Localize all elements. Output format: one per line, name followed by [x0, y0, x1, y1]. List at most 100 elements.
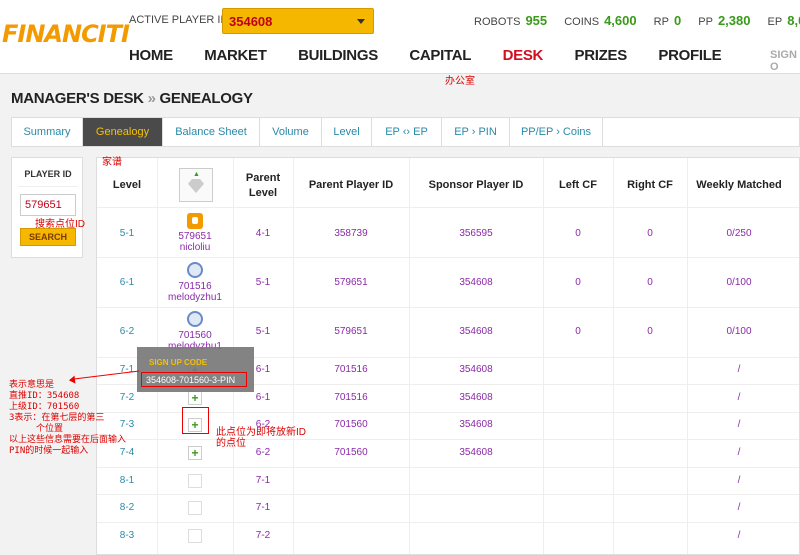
cell-weekly: / [737, 530, 741, 541]
cell-sponsor: 354608 [459, 392, 493, 403]
tab-summary[interactable]: Summary [12, 118, 83, 146]
blue-avatar-icon[interactable] [187, 311, 203, 327]
cell-user-name[interactable]: melodyzhu1 [155, 292, 235, 303]
row-divider [97, 207, 799, 208]
nav-signout[interactable]: SIGN O [770, 49, 800, 73]
cell-sponsor: 354608 [459, 326, 493, 337]
tab-balance-sheet[interactable]: Balance Sheet [163, 118, 260, 146]
annotation-line: PIN的时候一起输入 [9, 446, 89, 456]
cell-level: 5-1 [119, 228, 135, 239]
annotation-line: 表示意思是 [9, 380, 55, 390]
cell-level: 6-1 [119, 277, 135, 288]
right-annotation: 此点位为即将放新ID 的点位 [216, 427, 306, 449]
stat-rp-value: 0 [673, 13, 682, 28]
header-right-cf: Right CF [627, 179, 673, 191]
nav-home[interactable]: HOME [129, 47, 173, 64]
row-divider [97, 494, 799, 495]
nav-desk[interactable]: DESK [503, 47, 544, 64]
signup-code-tooltip: SIGN UP CODE 354608-701560-3-PIN [137, 347, 254, 392]
cell-level: 8-2 [119, 502, 135, 513]
row-divider [97, 467, 799, 468]
desk-tabs: Summary Genealogy Balance Sheet Volume L… [11, 117, 800, 147]
cell-weekly: / [737, 364, 741, 375]
page-title: MANAGER'S DESK » GENEALOGY [11, 90, 253, 107]
active-player-value: 354608 [229, 14, 273, 29]
stat-pp-value: 2,380 [717, 13, 751, 28]
tab-pp-ep-coins[interactable]: PP/EP › Coins [510, 118, 603, 146]
annotation-line: 此点位为即将放新ID [216, 427, 306, 438]
cell-right-cf: 0 [647, 326, 653, 337]
cell-parent-player: 579651 [334, 277, 368, 288]
diamond-icon [188, 179, 204, 193]
active-player-label: ACTIVE PLAYER ID [129, 14, 229, 26]
cell-sponsor: 356595 [459, 228, 493, 239]
main-nav: HOME MARKET BUILDINGS CAPITAL DESK PRIZE… [129, 47, 748, 65]
cell-parent-level: 5-1 [255, 277, 271, 288]
blue-avatar-icon[interactable] [187, 262, 203, 278]
cell-weekly: / [737, 475, 741, 486]
search-button[interactable]: SEARCH [20, 228, 76, 246]
header-diamond-box[interactable]: ▲ [179, 168, 213, 202]
nav-buildings[interactable]: BUILDINGS [298, 47, 378, 64]
stat-coins-value: 4,600 [604, 13, 637, 28]
header-parent-level-1: Parent [245, 172, 281, 184]
desk-annotation: 办公室 [445, 76, 475, 87]
cell-user-name[interactable]: nicloliu [155, 242, 235, 253]
nav-profile[interactable]: PROFILE [658, 47, 721, 64]
row-divider [97, 439, 799, 440]
cell-user-id[interactable]: 701560 [155, 330, 235, 341]
row-divider [97, 307, 799, 308]
player-id-input[interactable]: 579651 [20, 194, 76, 216]
annotation-line: 的点位 [216, 438, 246, 449]
cell-parent-player: 358739 [334, 228, 368, 239]
header-sponsor: Sponsor Player ID [428, 179, 524, 191]
top-header: FINANCITI ACTIVE PLAYER ID 354608 ROBOTS… [0, 0, 800, 74]
row-divider [97, 522, 799, 523]
cell-user-id[interactable]: 579651 [155, 231, 235, 242]
cell-parent-level: 6-1 [255, 392, 271, 403]
stat-ep-label: EP [767, 16, 783, 28]
highlight-box [182, 407, 209, 434]
annotation-line: 直推ID：354608 [9, 391, 80, 401]
plus-icon[interactable]: + [188, 446, 202, 460]
tab-genealogy[interactable]: Genealogy [83, 118, 163, 146]
financiti-logo[interactable]: FINANCITI [2, 20, 130, 48]
tab-ep-ep[interactable]: EP ‹› EP [372, 118, 442, 146]
row-divider [97, 257, 799, 258]
plus-icon[interactable]: + [188, 391, 202, 405]
cell-weekly: 0/100 [726, 326, 752, 337]
orange-avatar-icon[interactable] [187, 213, 203, 229]
cell-parent-level: 4-1 [255, 228, 271, 239]
tab-volume[interactable]: Volume [260, 118, 322, 146]
empty-slot-icon [188, 501, 202, 515]
cell-parent-player: 701560 [334, 419, 368, 430]
cell-sponsor: 354608 [459, 419, 493, 430]
nav-market[interactable]: MARKET [204, 47, 267, 64]
tab-level[interactable]: Level [322, 118, 372, 146]
title-separator: » [147, 90, 156, 107]
annotation-line: 个位置 [9, 424, 64, 434]
header-left-cf: Left CF [559, 179, 597, 191]
active-player-select[interactable]: 354608 [222, 8, 374, 34]
cell-right-cf: 0 [647, 228, 653, 239]
signup-code-value: 354608-701560-3-PIN [141, 372, 247, 387]
arrow-up-icon: ▲ [193, 171, 200, 178]
cell-weekly: 0/100 [726, 277, 752, 288]
stat-pp-label: PP [698, 16, 713, 28]
header-weekly: Weekly Matched [696, 179, 782, 191]
tab-ep-pin[interactable]: EP › PIN [442, 118, 510, 146]
cell-user-id[interactable]: 701516 [155, 281, 235, 292]
cell-weekly: / [737, 447, 741, 458]
header-parent-player: Parent Player ID [308, 179, 394, 191]
cell-parent-level: 7-1 [255, 475, 271, 486]
nav-prizes[interactable]: PRIZES [575, 47, 628, 64]
title-sub: GENEALOGY [159, 90, 253, 107]
cell-sponsor: 354608 [459, 364, 493, 375]
cell-level: 8-3 [119, 530, 135, 541]
player-search-panel: PLAYER ID 579651 SEARCH [11, 157, 83, 258]
cell-parent-player: 701560 [334, 447, 368, 458]
header-parent-level: Parent Level [233, 172, 293, 199]
stat-robots-value: 955 [525, 13, 548, 28]
search-annotation: 搜索点位ID [35, 219, 85, 230]
nav-capital[interactable]: CAPITAL [409, 47, 471, 64]
